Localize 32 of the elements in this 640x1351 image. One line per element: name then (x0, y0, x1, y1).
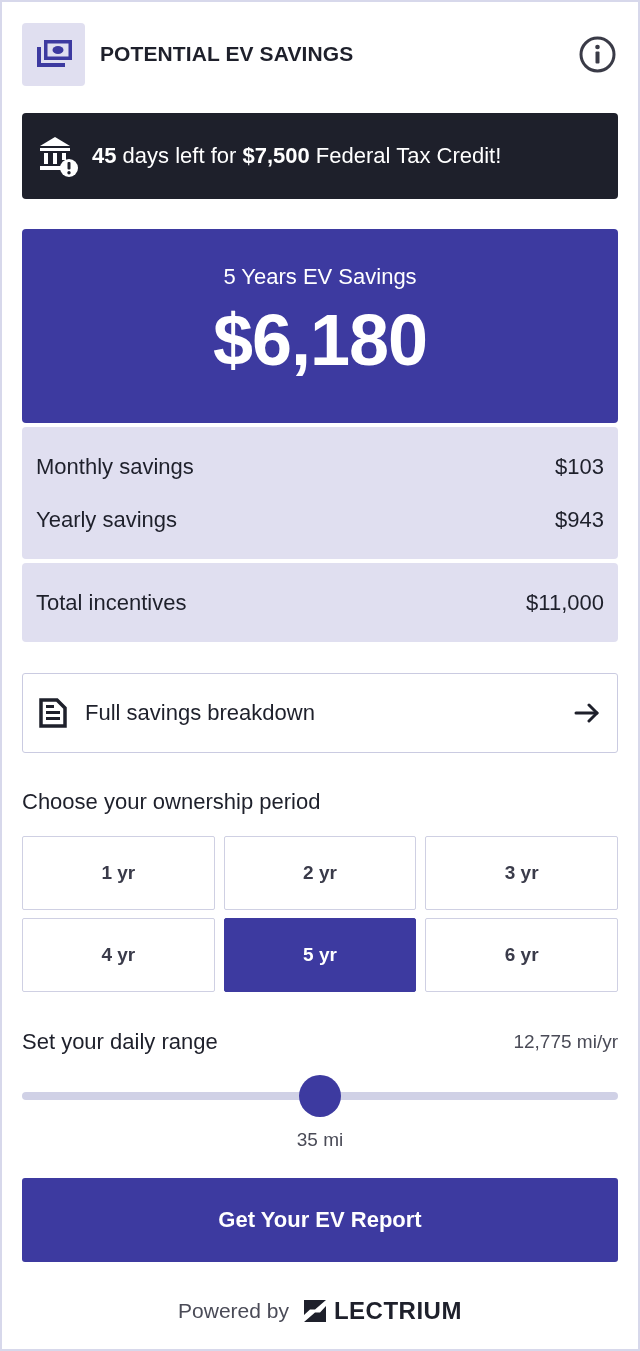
range-reading: 35 mi (296, 1129, 344, 1151)
cash-icon (22, 22, 85, 86)
stat-label: Yearly savings (36, 506, 178, 533)
slider-thumb[interactable] (299, 1075, 341, 1117)
widget-title: POTENTIAL EV SAVINGS (100, 42, 354, 66)
period-option[interactable]: 6 yr (425, 918, 618, 992)
section-heading: Set your daily range (22, 1029, 218, 1055)
stat-label: Total incentives (36, 589, 187, 616)
brand-name: LECTRIUM (333, 1297, 462, 1325)
bank-alert-icon (38, 135, 78, 177)
stat-value: $103 (555, 453, 604, 480)
range-slider-track[interactable] (22, 1075, 618, 1117)
document-icon (39, 698, 67, 728)
stat-label: Monthly savings (36, 453, 194, 480)
period-option[interactable]: 4 yr (22, 918, 215, 992)
savings-period-label: 5 Years EV Savings (223, 264, 417, 290)
stat-value: $11,000 (526, 589, 604, 616)
period-option[interactable]: 5 yr (223, 918, 417, 992)
stat-value: $943 (555, 506, 604, 533)
powered-by-text: Powered by (178, 1299, 289, 1323)
period-option[interactable]: 2 yr (223, 836, 417, 910)
period-option[interactable]: 1 yr (22, 836, 215, 910)
savings-amount: $6,180 (212, 300, 428, 380)
arrow-right-icon (574, 703, 599, 723)
annual-mileage: 12,775 mi/yr (513, 1031, 618, 1053)
info-icon[interactable] (579, 35, 616, 73)
period-option[interactable]: 3 yr (425, 836, 618, 910)
breakdown-button[interactable]: Full savings breakdown (22, 673, 618, 753)
brand-mark-icon (303, 1300, 326, 1322)
report-button[interactable]: Get Your EV Report (22, 1178, 618, 1262)
section-heading: Choose your ownership period (22, 789, 322, 815)
deadline-text: 45 days left for $7,500 Federal Tax Credit! (92, 143, 502, 169)
